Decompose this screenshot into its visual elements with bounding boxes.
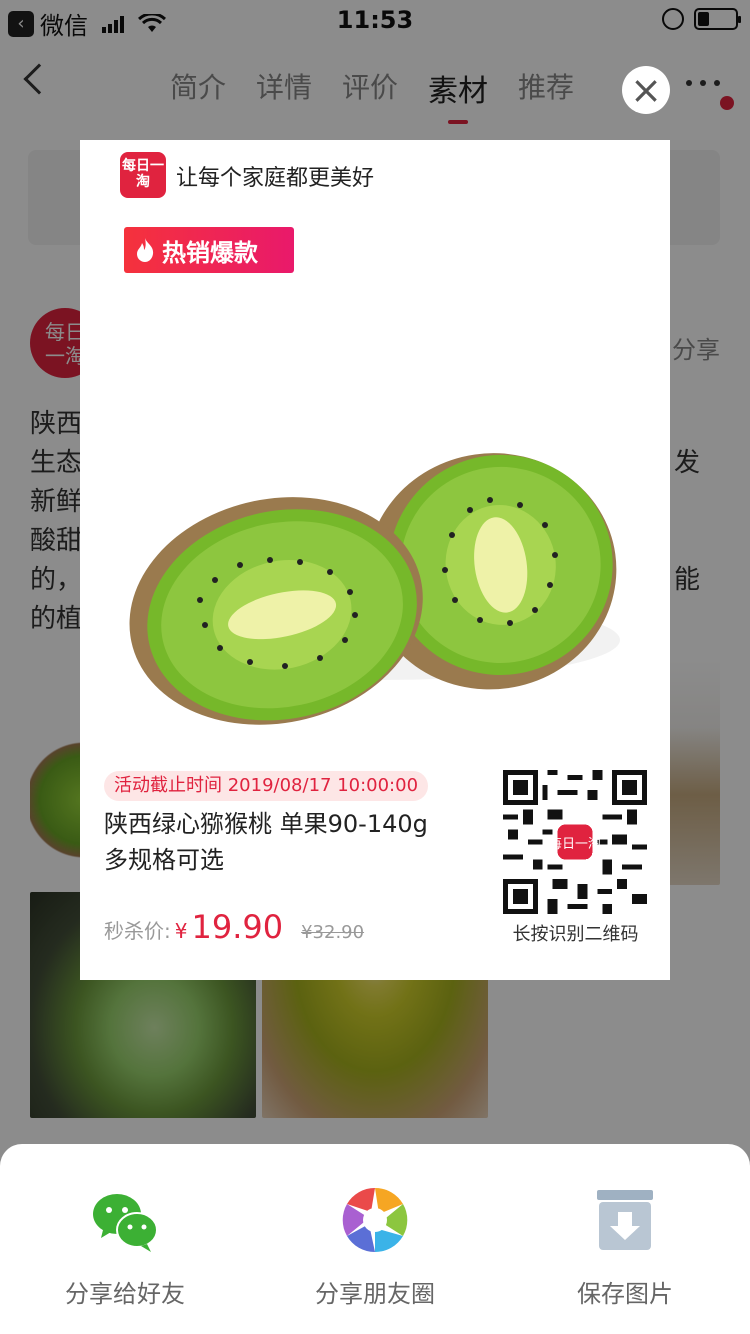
share-sheet: 分享给好友 分享朋友圈 保存图片 <box>0 1144 750 1334</box>
original-price: ¥32.90 <box>301 922 365 943</box>
share-to-friend-button[interactable]: 分享给好友 <box>25 1184 225 1309</box>
qr-logo: 每日一淘 <box>549 836 601 852</box>
sale-price: 19.90 <box>191 908 284 946</box>
price-label: 秒杀价: <box>104 919 171 943</box>
share-poster-card: 每日一淘 让每个家庭都更美好 热销爆款 活动截止时间 2019/08/17 10… <box>80 140 670 980</box>
deadline-label: 活动截止时间 2019/08/17 10:00:00 <box>104 771 429 801</box>
qr-code[interactable]: 每日一淘 <box>503 770 647 914</box>
badge-label: 热销爆款 <box>162 238 258 267</box>
brand-logo: 每日一淘 <box>120 152 166 198</box>
currency-symbol: ¥ <box>174 919 188 943</box>
flame-icon <box>137 238 154 262</box>
slogan: 让每个家庭都更美好 <box>176 166 375 191</box>
close-button[interactable]: × <box>622 66 670 114</box>
product-title-line: 陕西绿心猕猴桃 单果90-140g <box>104 810 428 838</box>
share-to-moments-button[interactable]: 分享朋友圈 <box>275 1184 475 1309</box>
product-title: 陕西绿心猕猴桃 单果90-140g 多规格可选 <box>104 806 474 878</box>
price-row: 秒杀价: ¥ 19.90 ¥32.90 <box>104 908 364 946</box>
share-to-moments-label: 分享朋友圈 <box>315 1280 435 1308</box>
product-title-line: 多规格可选 <box>104 846 224 874</box>
save-image-button[interactable]: 保存图片 <box>525 1184 725 1309</box>
kiwi-illustration <box>80 310 670 750</box>
save-image-icon <box>597 1190 653 1250</box>
save-image-label: 保存图片 <box>577 1280 673 1308</box>
qr-caption: 长按识别二维码 <box>512 924 639 945</box>
wechat-icon <box>93 1194 158 1252</box>
moments-icon <box>342 1187 408 1253</box>
hot-sale-badge: 热销爆款 <box>124 227 294 273</box>
share-to-friend-label: 分享给好友 <box>65 1280 185 1308</box>
product-image <box>80 310 670 750</box>
